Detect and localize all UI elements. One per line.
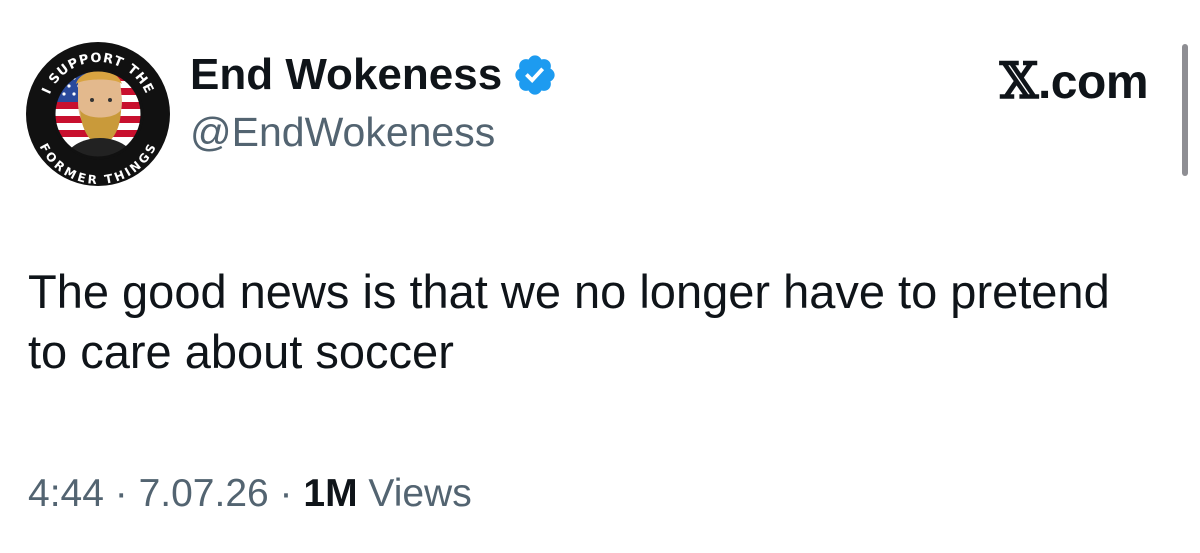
x-logo-icon: 𝕏	[999, 51, 1039, 110]
brand-suffix: .com	[1037, 56, 1149, 109]
author-display-name[interactable]: End Wokeness	[190, 53, 502, 97]
avatar-image: I SUPPORT THE FORMER THINGS	[26, 42, 170, 187]
meta-separator: ·	[103, 472, 139, 515]
scrollbar-thumb[interactable]	[1182, 44, 1188, 176]
post-meta: 4:44 · 7.07.26 · 1M Views	[28, 474, 472, 513]
post-time[interactable]: 4:44	[28, 474, 104, 513]
author-name-row[interactable]: End Wokeness	[190, 52, 558, 98]
meta-separator: ·	[268, 472, 304, 515]
views-count: 1M	[303, 472, 358, 515]
post-date[interactable]: 7.07.26	[139, 474, 269, 513]
avatar[interactable]: I SUPPORT THE FORMER THINGS	[24, 40, 172, 188]
post-text: The good news is that we no longer have …	[28, 265, 1110, 378]
views-label: Views	[357, 472, 472, 515]
x-com-brand: 𝕏.com	[1000, 56, 1149, 109]
author-handle[interactable]: @EndWokeness	[190, 112, 495, 153]
verified-badge-icon	[515, 55, 555, 95]
